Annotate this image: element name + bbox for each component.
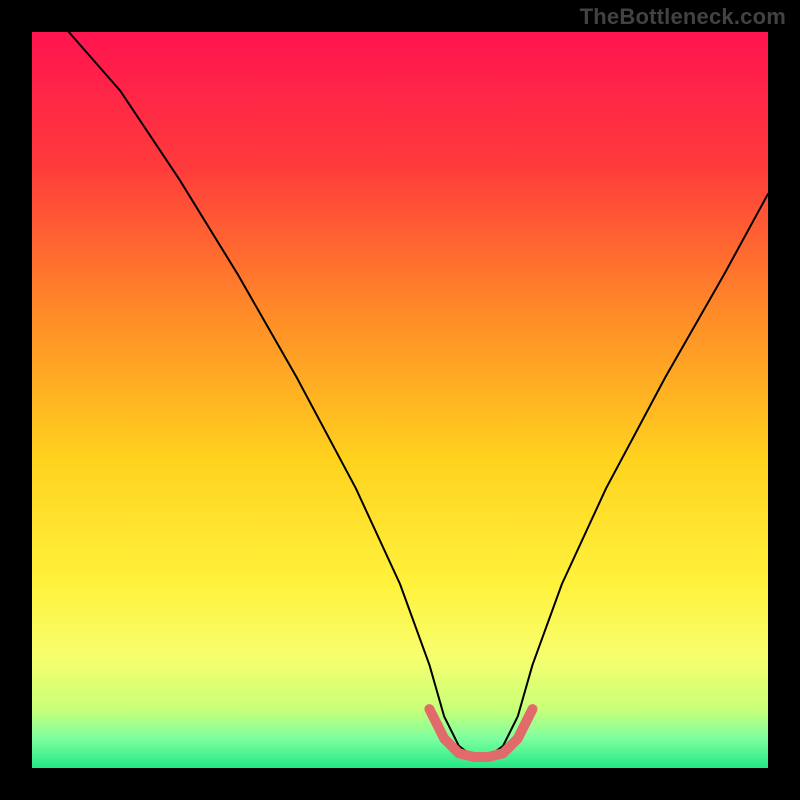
chart-plot-area: [32, 32, 768, 768]
chart-background: [32, 32, 768, 768]
watermark-text: TheBottleneck.com: [580, 4, 786, 30]
chart-svg: [32, 32, 768, 768]
chart-frame: TheBottleneck.com: [0, 0, 800, 800]
